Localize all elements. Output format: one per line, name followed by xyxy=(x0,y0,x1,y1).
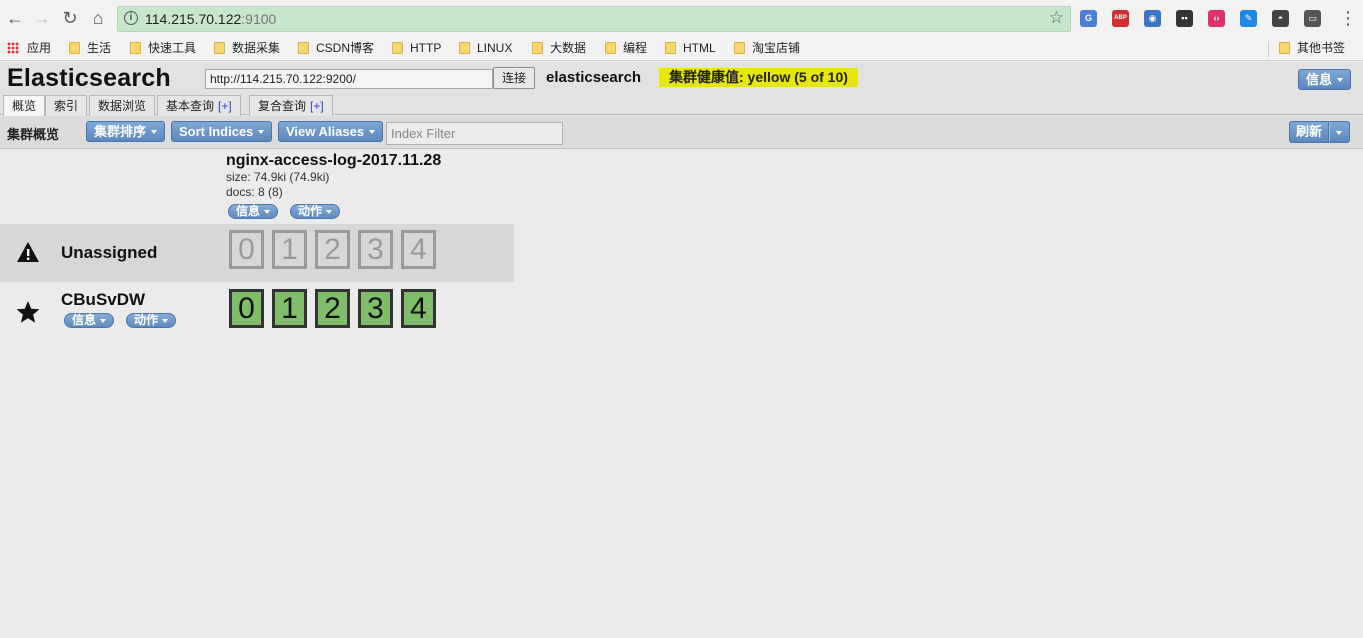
tab-add-icon[interactable]: [+] xyxy=(310,99,324,113)
bookmark-folder[interactable]: HTML xyxy=(665,41,716,57)
tab-indices[interactable]: 索引 xyxy=(45,95,88,116)
bookmark-apps[interactable]: 应用 xyxy=(7,41,51,57)
unassigned-label: Unassigned xyxy=(61,243,158,262)
overview-title: 集群概览 xyxy=(7,127,60,142)
index-size: size: 74.9ki (74.9ki) xyxy=(226,170,330,184)
cluster-url-input[interactable] xyxy=(205,69,493,89)
info-menu-label: 信息 xyxy=(1306,72,1333,87)
shard-started[interactable]: 3 xyxy=(358,289,393,328)
bookmark-folder[interactable]: 生活 xyxy=(69,41,111,57)
tab-bar: 概览 索引 数据浏览 基本查询 [+] 复合查询 [+] xyxy=(0,94,1363,116)
chevron-down-icon xyxy=(1336,131,1342,135)
index-filter-input[interactable] xyxy=(386,122,563,145)
bookmark-folder[interactable]: LINUX xyxy=(459,41,512,57)
shard-unassigned[interactable]: 3 xyxy=(358,230,393,269)
shard-unassigned[interactable]: 1 xyxy=(272,230,307,269)
chevron-down-icon xyxy=(1337,78,1344,82)
refresh-dropdown-button[interactable] xyxy=(1329,121,1350,143)
address-bar[interactable]: i 114.215.70.122:9100 ☆ xyxy=(117,6,1071,32)
index-docs: docs: 8 (8) xyxy=(226,185,283,199)
chevron-down-icon xyxy=(326,210,333,214)
folder-icon xyxy=(605,42,616,54)
forward-arrow-icon[interactable]: → xyxy=(32,8,52,28)
bookmark-folder[interactable]: 大数据 xyxy=(532,41,586,57)
monitor-extension-icon[interactable]: ▭ xyxy=(1304,10,1321,27)
chevron-down-icon xyxy=(369,130,376,134)
bookmark-folder[interactable]: CSDN博客 xyxy=(298,41,374,57)
chevron-down-icon xyxy=(264,210,271,214)
cluster-name: elasticsearch xyxy=(546,69,642,86)
chevron-down-icon xyxy=(151,130,158,134)
shard-unassigned[interactable]: 4 xyxy=(401,230,436,269)
back-arrow-icon[interactable]: ← xyxy=(5,8,25,28)
tab-overview[interactable]: 概览 xyxy=(3,95,46,116)
connect-button[interactable]: 连接 xyxy=(493,67,535,89)
bookmark-folder[interactable]: 快速工具 xyxy=(130,41,196,57)
shard-unassigned[interactable]: 0 xyxy=(229,230,264,269)
tab-add-icon[interactable]: [+] xyxy=(218,99,232,113)
chevron-down-icon xyxy=(162,319,169,323)
app-header: Elasticsearch 连接 elasticsearch 集群健康值: ye… xyxy=(0,62,1363,94)
pin-extension-icon[interactable]: ‹› xyxy=(1208,10,1225,27)
bookmark-folder[interactable]: 数据采集 xyxy=(214,41,280,57)
folder-icon xyxy=(665,42,676,54)
star-icon xyxy=(14,299,42,328)
bookmarks-bar: 应用 生活 快速工具 数据采集 CSDN博客 HTTP LINUX 大数据 编程… xyxy=(0,37,1363,61)
shard-started[interactable]: 4 xyxy=(401,289,436,328)
view-aliases-button[interactable]: View Aliases xyxy=(278,121,384,142)
pen-extension-icon[interactable]: ✎ xyxy=(1240,10,1257,27)
adblock-extension-icon[interactable]: ABP xyxy=(1112,10,1129,27)
sort-indices-button[interactable]: Sort Indices xyxy=(171,121,273,142)
shard-unassigned[interactable]: 2 xyxy=(315,230,350,269)
overview-toolbar: 集群概览 集群排序 Sort Indices View Aliases 刷新 xyxy=(0,116,1363,149)
shard-started[interactable]: 0 xyxy=(229,289,264,328)
translate-extension-icon[interactable]: G xyxy=(1080,10,1097,27)
home-icon[interactable]: ⌂ xyxy=(88,8,108,28)
index-action-button[interactable]: 动作 xyxy=(290,204,341,219)
globe-extension-icon[interactable]: ◉ xyxy=(1144,10,1161,27)
tab-basic-query[interactable]: 基本查询 [+] xyxy=(157,95,241,116)
folder-icon xyxy=(214,42,225,54)
folder-icon xyxy=(734,42,745,54)
folder-icon xyxy=(1279,42,1290,54)
reload-icon[interactable]: ↻ xyxy=(60,8,80,28)
app-title: Elasticsearch xyxy=(7,64,171,92)
apps-grid-icon xyxy=(7,42,19,54)
refresh-button[interactable]: 刷新 xyxy=(1289,121,1329,143)
folder-icon xyxy=(532,42,543,54)
folder-icon xyxy=(69,42,80,54)
folder-icon xyxy=(392,42,403,54)
address-text: 114.215.70.122:9100 xyxy=(145,11,277,27)
cluster-health-badge: 集群健康值: yellow (5 of 10) xyxy=(659,68,858,87)
node-info-button[interactable]: 信息 xyxy=(64,313,115,328)
bookmark-folder[interactable]: 淘宝店铺 xyxy=(734,41,800,57)
index-info-button[interactable]: 信息 xyxy=(228,204,279,219)
bookmark-folder[interactable]: HTTP xyxy=(392,41,441,57)
chevron-down-icon xyxy=(100,319,107,323)
site-info-icon[interactable]: i xyxy=(124,11,138,25)
index-name: nginx-access-log-2017.11.28 xyxy=(226,152,442,169)
warning-icon xyxy=(14,240,42,267)
browser-toolbar: ← → ↻ ⌂ i 114.215.70.122:9100 ☆ G ABP ◉ ▪▪ ‹… xyxy=(0,0,1363,37)
info-menu-button[interactable]: 信息 xyxy=(1298,69,1352,90)
tab-compound-query[interactable]: 复合查询 [+] xyxy=(249,95,333,116)
shard-started[interactable]: 1 xyxy=(272,289,307,328)
bookmark-other[interactable]: 其他书签 xyxy=(1268,41,1345,57)
folder-icon xyxy=(459,42,470,54)
shard-started[interactable]: 2 xyxy=(315,289,350,328)
chevron-down-icon xyxy=(258,130,265,134)
incognito-extension-icon[interactable]: ◓ xyxy=(1272,10,1289,27)
folder-icon xyxy=(298,42,309,54)
bookmark-star-icon[interactable]: ☆ xyxy=(1049,8,1064,28)
tab-browser[interactable]: 数据浏览 xyxy=(89,95,156,116)
cluster-sort-button[interactable]: 集群排序 xyxy=(86,121,166,142)
node-name: CBuSvDW xyxy=(61,290,146,309)
browser-menu-icon[interactable]: ⋮ xyxy=(1339,8,1357,28)
folder-icon xyxy=(130,42,141,54)
bookmark-folder[interactable]: 编程 xyxy=(605,41,647,57)
node-action-button[interactable]: 动作 xyxy=(126,313,177,328)
tampermonkey-extension-icon[interactable]: ▪▪ xyxy=(1176,10,1193,27)
